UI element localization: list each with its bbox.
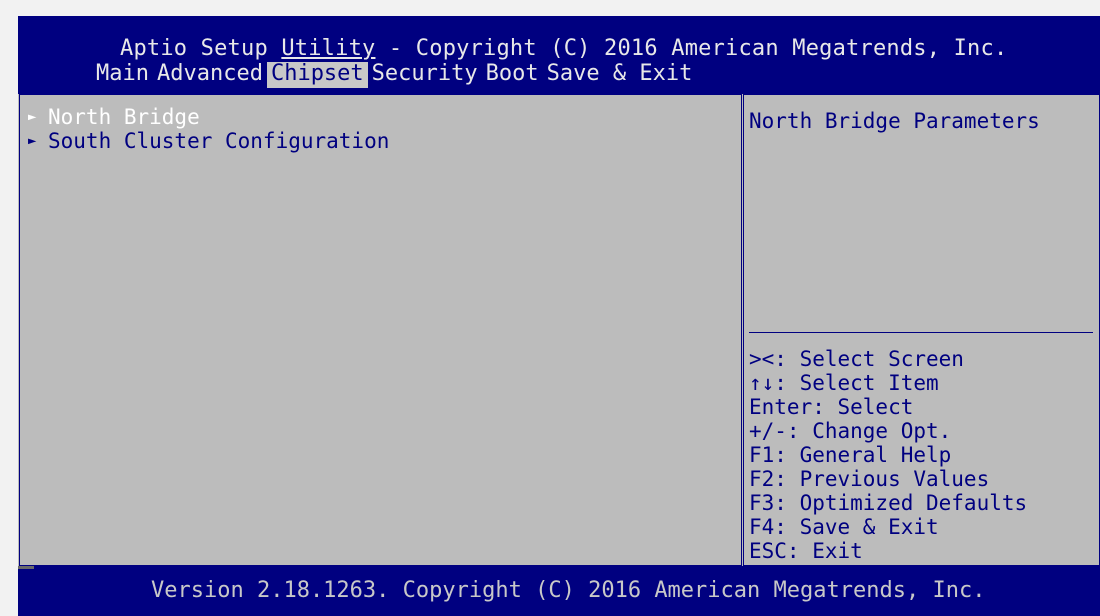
key-help-f1: F1: General Help: [749, 443, 952, 467]
title-underlined: Utility: [281, 36, 376, 61]
title-text: Aptio Setup Utility - Copyright (C) 2016…: [120, 36, 1007, 61]
key-help-select-screen: ><: Select Screen: [749, 347, 964, 371]
key-help-f3: F3: Optimized Defaults: [749, 491, 1028, 515]
bios-screen: Aptio Setup Utility - Copyright (C) 2016…: [18, 16, 1100, 616]
tab-security[interactable]: Security: [368, 62, 482, 88]
help-description: North Bridge Parameters: [749, 109, 1040, 133]
help-panel: North Bridge Parameters ><: Select Scree…: [743, 94, 1100, 566]
header-bar: Aptio Setup Utility - Copyright (C) 2016…: [18, 16, 1100, 94]
key-help-select-item: ↑↓: Select Item: [749, 371, 939, 395]
tab-advanced[interactable]: Advanced: [153, 62, 267, 88]
footer-marker: [18, 566, 34, 569]
tab-save-exit[interactable]: Save & Exit: [543, 62, 697, 88]
help-divider: [749, 332, 1093, 333]
content-area: ► North Bridge ► South Cluster Configura…: [18, 94, 1100, 566]
submenu-arrow-icon: ►: [28, 109, 37, 125]
menu-item-north-bridge[interactable]: ► North Bridge: [28, 105, 389, 129]
key-help-f2: F2: Previous Values: [749, 467, 990, 491]
key-help-change-opt: +/-: Change Opt.: [749, 419, 952, 443]
key-help-list: ><: Select Screen ↑↓: Select Item Enter:…: [749, 347, 1027, 563]
tab-main[interactable]: Main: [92, 62, 153, 88]
title-suffix: - Copyright (C) 2016 American Megatrends…: [375, 36, 1008, 61]
main-panel: ► North Bridge ► South Cluster Configura…: [19, 94, 742, 566]
menu-item-south-cluster-configuration[interactable]: ► South Cluster Configuration: [28, 129, 389, 153]
item-list: ► North Bridge ► South Cluster Configura…: [28, 105, 389, 153]
key-help-esc: ESC: Exit: [749, 539, 863, 563]
item-label: North Bridge: [48, 105, 200, 129]
title-prefix: Aptio Setup: [120, 36, 282, 61]
item-label: South Cluster Configuration: [48, 129, 390, 153]
key-help-f4: F4: Save & Exit: [749, 515, 939, 539]
menu-bar: Main Advanced Chipset Security Boot Save…: [92, 62, 696, 88]
submenu-arrow-icon: ►: [28, 133, 37, 149]
footer-bar: Version 2.18.1263. Copyright (C) 2016 Am…: [18, 566, 1100, 616]
tab-chipset[interactable]: Chipset: [266, 62, 368, 88]
tab-boot[interactable]: Boot: [482, 62, 543, 88]
version-text: Version 2.18.1263. Copyright (C) 2016 Am…: [151, 578, 986, 603]
key-help-enter: Enter: Select: [749, 395, 914, 419]
